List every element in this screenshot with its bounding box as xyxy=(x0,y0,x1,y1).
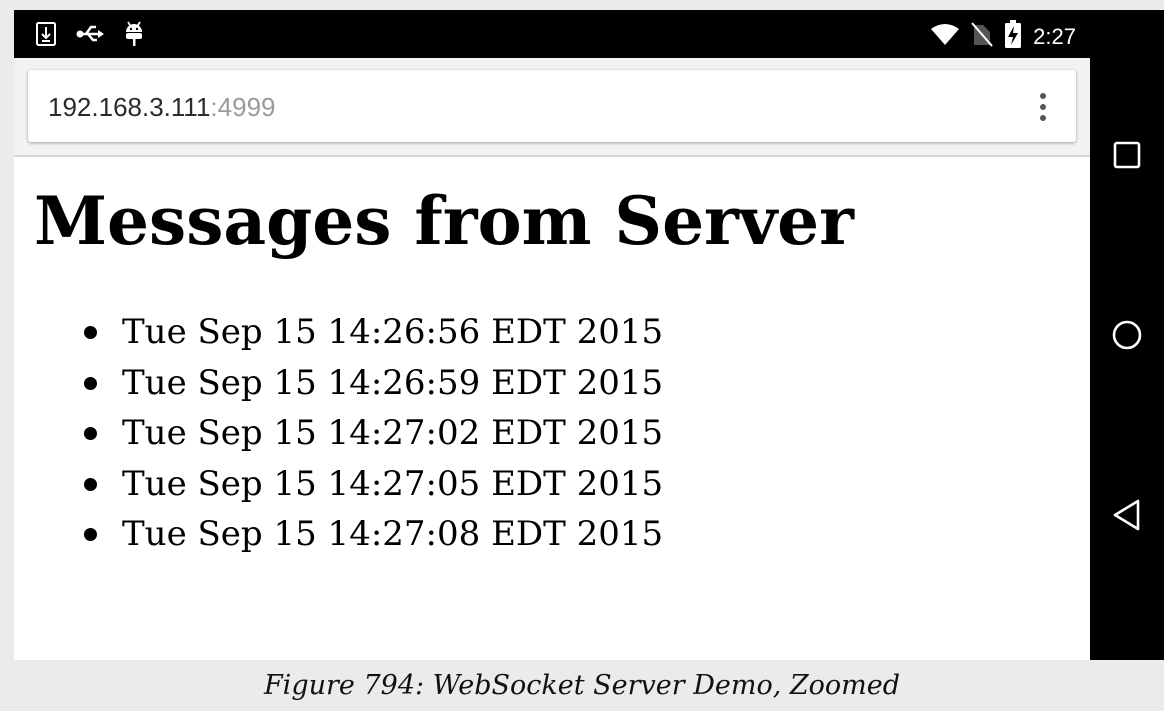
device-frame: 2:27 192.168.3.111:4999 Messages from Se… xyxy=(14,10,1164,660)
bullet-icon xyxy=(84,376,97,390)
bullet-icon xyxy=(84,326,97,339)
address-bar[interactable]: 192.168.3.111:4999 xyxy=(28,70,1076,142)
url-port: :4999 xyxy=(210,92,276,122)
no-sim-icon xyxy=(971,21,993,52)
list-item: Tue Sep 15 14:26:56 EDT 2015 xyxy=(14,307,663,358)
bullet-icon xyxy=(84,427,97,440)
list-item: Tue Sep 15 14:27:05 EDT 2015 xyxy=(14,459,663,510)
navigation-bar xyxy=(1090,10,1164,660)
web-page: Messages from Server Tue Sep 15 14:26:56… xyxy=(14,157,1090,660)
page-title: Messages from Server xyxy=(34,182,854,260)
status-bar: 2:27 xyxy=(14,10,1090,58)
figure-caption: Figure 794: WebSocket Server Demo, Zoome… xyxy=(263,670,901,701)
list-item: Tue Sep 15 14:27:08 EDT 2015 xyxy=(14,509,663,560)
battery-charging-icon xyxy=(1005,20,1022,53)
browser-screen: 192.168.3.111:4999 Messages from Server … xyxy=(14,58,1090,660)
home-icon[interactable] xyxy=(1090,290,1164,380)
url-host: 192.168.3.111 xyxy=(48,92,211,122)
back-icon[interactable] xyxy=(1090,470,1164,560)
bullet-icon xyxy=(84,477,97,491)
overflow-menu-icon[interactable] xyxy=(1028,88,1058,126)
message-text: Tue Sep 15 14:27:02 EDT 2015 xyxy=(122,413,664,453)
url-text[interactable]: 192.168.3.111:4999 xyxy=(48,92,276,122)
message-list: Tue Sep 15 14:26:56 EDT 2015 Tue Sep 15 … xyxy=(14,307,663,560)
wifi-icon xyxy=(931,23,960,50)
usb-icon xyxy=(76,24,104,49)
list-item: Tue Sep 15 14:26:59 EDT 2015 xyxy=(14,358,663,409)
status-time: 2:27 xyxy=(1033,23,1076,49)
bullet-icon xyxy=(84,528,97,541)
download-icon xyxy=(36,22,56,51)
list-item: Tue Sep 15 14:27:02 EDT 2015 xyxy=(14,408,663,459)
recents-icon[interactable] xyxy=(1090,110,1164,200)
message-text: Tue Sep 15 14:26:56 EDT 2015 xyxy=(122,312,664,352)
android-debug-icon xyxy=(124,21,144,52)
message-text: Tue Sep 15 14:27:08 EDT 2015 xyxy=(122,514,664,554)
message-text: Tue Sep 15 14:26:59 EDT 2015 xyxy=(122,362,664,403)
message-text: Tue Sep 15 14:27:05 EDT 2015 xyxy=(122,463,664,504)
browser-toolbar: 192.168.3.111:4999 xyxy=(14,58,1090,157)
